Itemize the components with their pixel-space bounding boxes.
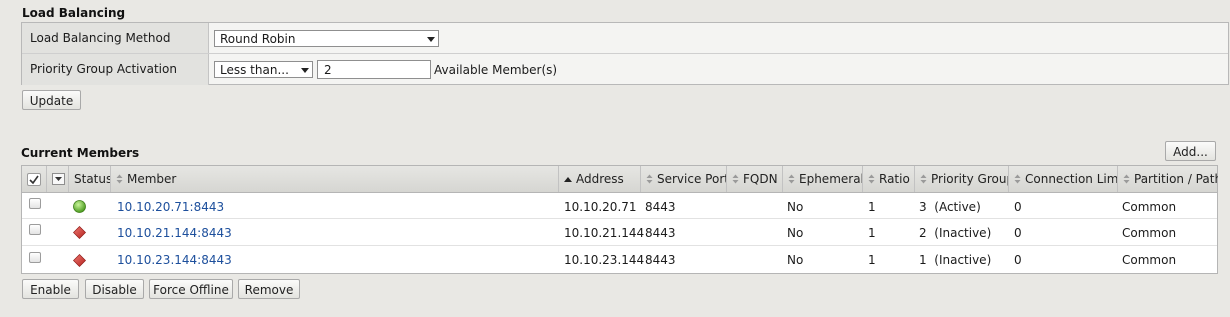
status-offline-icon <box>73 254 86 267</box>
sort-icon <box>868 173 875 187</box>
load-balancing-title: Load Balancing <box>22 6 126 20</box>
ephemeral-cell: No <box>787 253 804 267</box>
column-fqdn[interactable]: FQDN <box>727 166 783 192</box>
remove-button[interactable]: Remove <box>238 279 300 299</box>
service-port-cell: 8443 <box>645 200 676 214</box>
column-ratio-label: Ratio <box>879 172 910 186</box>
connection-limit-cell: 0 <box>1014 200 1022 214</box>
row-checkbox[interactable] <box>29 224 41 235</box>
partition-cell: Common <box>1122 226 1177 240</box>
checkmark-icon <box>29 175 39 185</box>
service-port-cell: 8443 <box>645 226 676 240</box>
priority-group-activation-select[interactable]: Less than... <box>214 61 313 78</box>
table-row: 10.10.20.71:8443 10.10.20.71 8443 No 1 3… <box>22 193 1217 219</box>
select-all-column <box>22 166 47 192</box>
load-balancing-properties: Load Balancing Method Round Robin Priori… <box>21 22 1229 85</box>
partition-cell: Common <box>1122 200 1177 214</box>
status-available-icon <box>73 200 86 213</box>
current-members-title: Current Members <box>21 146 140 160</box>
members-table-header: Status Member Address Service Port FQDN … <box>22 166 1218 193</box>
load-balancing-method-select[interactable]: Round Robin <box>214 30 439 47</box>
priority-group-cell: 2 (Inactive) <box>919 226 992 240</box>
priority-group-cell: 1 (Inactive) <box>919 253 992 267</box>
select-all-checkbox[interactable] <box>27 173 41 186</box>
member-link[interactable]: 10.10.21.144:8443 <box>117 226 232 240</box>
column-partition-path[interactable]: Partition / Path <box>1118 166 1218 192</box>
connection-limit-cell: 0 <box>1014 253 1022 267</box>
sort-icon <box>1014 173 1021 187</box>
column-address[interactable]: Address <box>559 166 641 192</box>
table-row: 10.10.23.144:8443 10.10.23.144 8443 No 1… <box>22 246 1217 274</box>
connection-limit-cell: 0 <box>1014 226 1022 240</box>
ephemeral-cell: No <box>787 226 804 240</box>
column-connection-limit[interactable]: Connection Limit <box>1009 166 1118 192</box>
sort-icon <box>732 173 739 187</box>
method-row: Load Balancing Method Round Robin <box>22 23 1228 54</box>
disable-button[interactable]: Disable <box>85 279 144 299</box>
column-menu-button[interactable] <box>52 173 65 185</box>
ratio-cell: 1 <box>868 226 876 240</box>
chevron-down-icon <box>424 31 438 46</box>
update-button[interactable]: Update <box>22 90 81 110</box>
sort-icon <box>920 173 927 187</box>
column-member-label: Member <box>127 172 177 186</box>
sort-icon <box>788 173 795 187</box>
available-members-label: Available Member(s) <box>434 63 558 77</box>
available-members-input[interactable]: 2 <box>317 60 431 79</box>
column-address-label: Address <box>576 172 624 186</box>
method-selected-value: Round Robin <box>220 32 296 46</box>
row-checkbox[interactable] <box>29 252 41 263</box>
member-link[interactable]: 10.10.23.144:8443 <box>117 253 232 267</box>
column-status[interactable]: Status <box>69 166 111 192</box>
column-priority-group[interactable]: Priority Group <box>915 166 1009 192</box>
address-cell: 10.10.20.71 <box>564 200 637 214</box>
service-port-cell: 8443 <box>645 253 676 267</box>
members-table: Status Member Address Service Port FQDN … <box>21 165 1218 274</box>
force-offline-button[interactable]: Force Offline <box>149 279 233 299</box>
column-member[interactable]: Member <box>111 166 559 192</box>
column-service-port[interactable]: Service Port <box>641 166 727 192</box>
sort-icon <box>116 173 123 187</box>
ratio-cell: 1 <box>868 253 876 267</box>
sort-ascending-icon <box>564 173 572 187</box>
member-link[interactable]: 10.10.20.71:8443 <box>117 200 224 214</box>
priority-row: Priority Group Activation Less than... 2… <box>22 54 1228 85</box>
ephemeral-cell: No <box>787 200 804 214</box>
enable-button[interactable]: Enable <box>22 279 79 299</box>
priority-group-cell: 3 (Active) <box>919 200 981 214</box>
add-member-button[interactable]: Add... <box>1165 141 1216 161</box>
column-menu[interactable] <box>48 166 69 192</box>
column-ratio[interactable]: Ratio <box>863 166 915 192</box>
priority-label: Priority Group Activation <box>22 54 209 85</box>
partition-cell: Common <box>1122 253 1177 267</box>
sort-icon <box>1123 173 1130 187</box>
address-cell: 10.10.23.144 <box>564 253 645 267</box>
column-connection-limit-label: Connection Limit <box>1025 172 1118 186</box>
column-service-port-label: Service Port <box>657 172 727 186</box>
column-ephemeral[interactable]: Ephemeral <box>783 166 863 192</box>
table-row: 10.10.21.144:8443 10.10.21.144 8443 No 1… <box>22 219 1217 246</box>
priority-selected-value: Less than... <box>220 63 289 77</box>
chevron-down-icon <box>55 177 62 181</box>
ratio-cell: 1 <box>868 200 876 214</box>
sort-icon <box>646 173 653 187</box>
chevron-down-icon <box>298 62 312 77</box>
status-offline-icon <box>73 226 86 239</box>
column-ephemeral-label: Ephemeral <box>799 172 863 186</box>
address-cell: 10.10.21.144 <box>564 226 645 240</box>
column-partition-path-label: Partition / Path <box>1134 172 1218 186</box>
column-priority-group-label: Priority Group <box>931 172 1009 186</box>
column-fqdn-label: FQDN <box>743 172 778 186</box>
method-label: Load Balancing Method <box>22 23 209 53</box>
row-checkbox[interactable] <box>29 198 41 209</box>
